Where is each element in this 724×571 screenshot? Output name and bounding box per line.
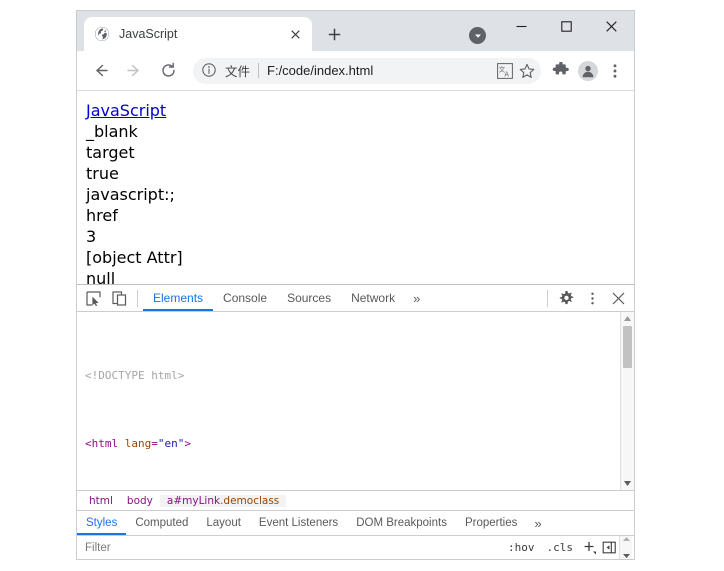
sidebar-toggle-icon[interactable] [599, 538, 619, 558]
tab-title: JavaScript [119, 27, 287, 41]
close-window-button[interactable] [589, 11, 634, 42]
styles-scrollbar[interactable] [619, 536, 632, 559]
tab-event-listeners[interactable]: Event Listeners [250, 511, 347, 535]
dom-tree-panel: <!DOCTYPE html> <html lang="en"> ▼<head>… [77, 312, 634, 490]
toolbar-divider [547, 290, 548, 307]
page-text-line: _blank [86, 121, 634, 142]
forward-button[interactable] [120, 57, 148, 85]
breadcrumb: html body a#myLink.democlass [77, 490, 634, 510]
minimize-button[interactable] [499, 11, 544, 42]
tab-layout[interactable]: Layout [197, 511, 250, 535]
browser-tab[interactable]: JavaScript [84, 17, 312, 51]
scrollbar-down-arrow-icon [623, 554, 630, 558]
scrollbar-down-arrow-icon[interactable] [621, 477, 634, 490]
page-text-line: null [86, 268, 634, 284]
tab-elements[interactable]: Elements [143, 285, 213, 311]
browser-toolbar: 文件 F:/code/index.html 文 A [77, 51, 634, 91]
page-text-line: [object Attr] [86, 247, 634, 268]
breadcrumb-item-body[interactable]: body [120, 495, 160, 507]
tab-search-button[interactable] [469, 27, 486, 44]
devtools-panel: Elements Console Sources Network » [77, 284, 634, 559]
address-bar[interactable]: 文件 F:/code/index.html 文 A [193, 58, 541, 84]
three-dot-menu-icon[interactable] [602, 58, 628, 84]
tab-properties[interactable]: Properties [456, 511, 526, 535]
three-dot-menu-icon[interactable] [579, 286, 605, 310]
back-button[interactable] [86, 57, 114, 85]
more-sidebar-tabs-button[interactable]: » [526, 516, 549, 531]
dom-tree: <!DOCTYPE html> <html lang="en"> ▼<head>… [77, 312, 634, 490]
html-lang-attr-value: "en" [158, 437, 185, 450]
browser-window: JavaScript [76, 10, 635, 560]
dom-node-doctype[interactable]: <!DOCTYPE html> [77, 367, 634, 384]
page-text-line: target [86, 142, 634, 163]
close-devtools-icon[interactable] [605, 286, 631, 310]
dom-tree-scrollbar[interactable] [620, 312, 634, 490]
page-text-line: true [86, 163, 634, 184]
scrollbar-thumb[interactable] [623, 326, 632, 368]
html-open-tag-close: > [184, 437, 191, 450]
avatar-icon [578, 61, 598, 81]
toolbar-divider [137, 290, 138, 307]
page-link-line: JavaScript [86, 100, 634, 121]
html-open-tag: <html [85, 437, 118, 450]
breadcrumb-anchor-class: .democlass [220, 495, 279, 507]
tab-network[interactable]: Network [341, 285, 405, 311]
gear-icon[interactable] [553, 286, 579, 310]
scheme-separator [258, 63, 259, 78]
breadcrumb-item-anchor[interactable]: a#myLink.democlass [160, 495, 286, 507]
javascript-link[interactable]: JavaScript [86, 101, 166, 120]
star-icon[interactable] [517, 61, 537, 81]
tab-dom-breakpoints[interactable]: DOM Breakpoints [347, 511, 456, 535]
page-text-line: 3 [86, 226, 634, 247]
extensions-icon[interactable] [548, 58, 574, 84]
breadcrumb-anchor-id: a#myLink [167, 495, 220, 507]
avatar[interactable] [575, 58, 601, 84]
tab-computed[interactable]: Computed [126, 511, 197, 535]
page-text-line: javascript:; [86, 184, 634, 205]
globe-icon [94, 26, 110, 42]
more-tabs-button[interactable]: » [405, 291, 428, 306]
page-viewport: JavaScript _blank target true javascript… [77, 91, 634, 284]
breadcrumb-item-html[interactable]: html [82, 495, 120, 507]
info-circle-icon[interactable] [202, 63, 218, 79]
svg-text:A: A [504, 70, 509, 78]
dom-node-html[interactable]: <html lang="en"> [77, 435, 634, 452]
inspect-element-icon[interactable] [80, 286, 106, 310]
tab-console[interactable]: Console [213, 285, 277, 311]
filter-input[interactable] [77, 541, 502, 555]
styles-filter-bar: :hov .cls [77, 535, 634, 559]
tab-sources[interactable]: Sources [277, 285, 341, 311]
html-lang-attr-name: lang [125, 437, 152, 450]
page-text-line: href [86, 205, 634, 226]
tab-strip: JavaScript [77, 11, 634, 51]
styles-sidebar-tabs: Styles Computed Layout Event Listeners D… [77, 510, 634, 535]
scrollbar-up-arrow-icon[interactable] [621, 312, 634, 325]
plus-icon[interactable] [579, 538, 599, 558]
tab-styles[interactable]: Styles [77, 511, 126, 535]
close-icon[interactable] [287, 26, 304, 43]
maximize-button[interactable] [544, 11, 589, 42]
reload-button[interactable] [154, 57, 182, 85]
doctype-text: <!DOCTYPE html> [85, 369, 184, 382]
device-toolbar-icon[interactable] [106, 286, 132, 310]
url-scheme-label: 文件 [225, 61, 250, 80]
scrollbar-up-arrow-icon [623, 537, 630, 541]
devtools-toolbar: Elements Console Sources Network » [77, 285, 634, 312]
hover-state-button[interactable]: :hov [502, 541, 541, 554]
new-tab-button[interactable] [320, 20, 348, 48]
url-text[interactable]: F:/code/index.html [267, 63, 493, 78]
class-toggle-button[interactable]: .cls [541, 541, 580, 554]
translate-icon[interactable]: 文 A [495, 61, 515, 81]
window-controls [499, 11, 634, 42]
